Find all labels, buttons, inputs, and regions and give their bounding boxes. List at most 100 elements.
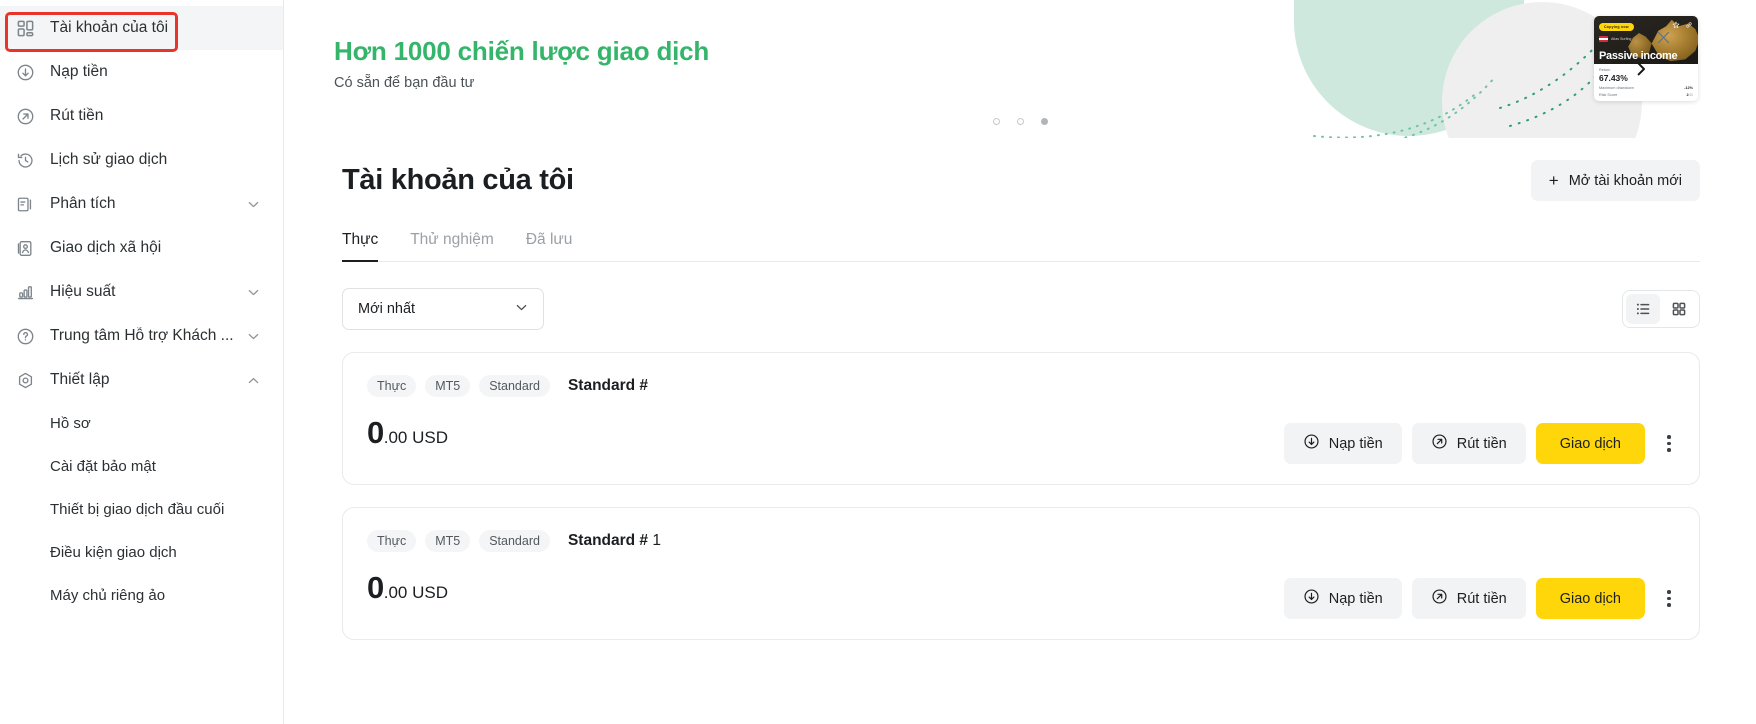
- banner-subtitle: Có sẵn để bạn đầu tư: [334, 75, 475, 91]
- kebab-menu-icon[interactable]: [1657, 582, 1681, 616]
- sidebar-subitem-label: Điều kiện giao dịch: [50, 544, 177, 561]
- deposit-button-label: Nạp tiền: [1328, 590, 1383, 607]
- sidebar-subitem-label: Máy chủ riêng ảo: [50, 587, 166, 604]
- tab-real[interactable]: Thực: [342, 231, 394, 262]
- account-name-suffix: 1: [648, 532, 661, 549]
- arrow-up-right-circle-icon: [1431, 588, 1448, 609]
- page-header: Tài khoản của tôi + Mở tài khoản mới: [342, 160, 1700, 201]
- arrow-down-circle-icon: [14, 61, 36, 83]
- sidebar-subitem-security-settings[interactable]: Cài đặt bảo mật: [0, 445, 283, 488]
- flag-icon: [1599, 36, 1608, 42]
- open-new-account-label: Mở tài khoản mới: [1568, 172, 1682, 189]
- trade-button[interactable]: Giao dịch: [1535, 578, 1645, 619]
- sidebar-item-label: Trung tâm Hỗ trợ Khách ...: [50, 327, 234, 344]
- account-card[interactable]: Thực MT5 Standard Standard # 1 0.00 USD: [342, 507, 1700, 640]
- sidebar-item-label: Hiệu suất: [50, 283, 116, 300]
- account-chip-plan: Standard: [479, 530, 550, 552]
- sidebar-item-performance[interactable]: Hiệu suất: [0, 270, 283, 314]
- banner-text-block: Hơn 1000 chiến lược giao dịch Có sẵn để …: [334, 36, 709, 91]
- withdraw-button[interactable]: Rút tiền: [1411, 578, 1526, 619]
- grid-icon: [14, 17, 36, 39]
- sidebar-subitem-profile[interactable]: Hồ sơ: [0, 402, 283, 445]
- drawdown-label: Maximum drawdown: [1599, 86, 1634, 90]
- sidebar-subitem-trading-terminals[interactable]: Thiết bị giao dịch đầu cuối: [0, 488, 283, 531]
- chevron-right-icon[interactable]: [1629, 57, 1653, 81]
- history-icon: [14, 149, 36, 171]
- list-toolbar: Mới nhất: [342, 288, 1700, 330]
- arrow-up-right-circle-icon: [1431, 433, 1448, 454]
- account-actions: Nạp tiền Rút tiền Giao dịch: [1283, 423, 1681, 464]
- link-icon[interactable]: [1685, 21, 1693, 29]
- tab-label: Thực: [342, 231, 379, 248]
- tab-label: Thử nghiệm: [410, 231, 494, 248]
- chevron-down-icon[interactable]: [246, 197, 261, 212]
- withdraw-button[interactable]: Rút tiền: [1411, 423, 1526, 464]
- trade-button[interactable]: Giao dịch: [1535, 423, 1645, 464]
- sidebar-item-transaction-history[interactable]: Lịch sử giao dịch: [0, 138, 283, 182]
- carousel-dot-2[interactable]: [1016, 118, 1024, 125]
- sidebar-item-my-accounts[interactable]: Tài khoản của tôi: [0, 6, 283, 50]
- main-content: Copying now Atlas Surfing Passive income: [284, 0, 1756, 724]
- sidebar-item-deposit[interactable]: Nạp tiền: [0, 50, 283, 94]
- account-card-header: Thực MT5 Standard Standard #: [367, 375, 1675, 397]
- carousel-dots: [284, 118, 1756, 125]
- grid-view-icon[interactable]: [1662, 294, 1696, 324]
- account-balance-minor: .00 USD: [383, 583, 448, 602]
- sidebar-subitem-vps[interactable]: Máy chủ riêng ảo: [0, 574, 283, 617]
- app-root: Tài khoản của tôi Nạp tiền Rút tiền Lịch…: [0, 0, 1756, 724]
- kebab-menu-icon[interactable]: [1657, 427, 1681, 461]
- close-icon[interactable]: [1652, 26, 1674, 48]
- sort-select-value: Mới nhất: [358, 301, 416, 317]
- deposit-button[interactable]: Nạp tiền: [1283, 423, 1402, 464]
- page-body: Tài khoản của tôi + Mở tài khoản mới Thự…: [284, 160, 1756, 640]
- risk-score-value: 2/10: [1686, 93, 1693, 97]
- drawdown-row: Maximum drawdown -12%: [1599, 86, 1693, 90]
- sidebar-item-label: Thiết lập: [50, 371, 110, 388]
- sidebar-item-label: Giao dịch xã hội: [50, 239, 162, 256]
- account-name: Standard # 1: [568, 532, 661, 550]
- account-name: Standard #: [568, 377, 648, 395]
- risk-score-label: Risk Score: [1599, 93, 1618, 97]
- sidebar-item-label: Nạp tiền: [50, 63, 108, 80]
- social-trading-icon: [14, 237, 36, 259]
- account-name-text: Standard #: [567, 377, 649, 394]
- tab-saved[interactable]: Đã lưu: [510, 231, 589, 261]
- promo-banner: Copying now Atlas Surfing Passive income: [284, 0, 1756, 138]
- sidebar-subitem-label: Cài đặt bảo mật: [50, 458, 156, 475]
- chevron-down-icon[interactable]: [246, 285, 261, 300]
- account-actions: Nạp tiền Rút tiền Giao dịch: [1283, 578, 1681, 619]
- chevron-up-icon[interactable]: [246, 373, 261, 388]
- banner-title: Hơn 1000 chiến lược giao dịch: [334, 36, 710, 66]
- account-card-header: Thực MT5 Standard Standard # 1: [367, 530, 1675, 552]
- account-type-tabs: Thực Thử nghiệm Đã lưu: [342, 231, 1700, 262]
- sort-select[interactable]: Mới nhất: [342, 288, 544, 330]
- account-chip-plan: Standard: [479, 375, 550, 397]
- account-card[interactable]: Thực MT5 Standard Standard # 0.00 USD Nạ…: [342, 352, 1700, 485]
- sidebar-item-label: Rút tiền: [50, 107, 104, 124]
- open-new-account-button[interactable]: + Mở tài khoản mới: [1530, 160, 1700, 201]
- account-chip-type: Thực: [367, 530, 417, 552]
- gear-icon: [14, 369, 36, 391]
- tab-demo[interactable]: Thử nghiệm: [394, 231, 510, 261]
- chevron-down-icon[interactable]: [246, 329, 261, 344]
- deposit-button[interactable]: Nạp tiền: [1283, 578, 1402, 619]
- account-chip-type: Thực: [367, 375, 417, 397]
- arrow-up-right-circle-icon: [14, 105, 36, 127]
- list-view-icon[interactable]: [1626, 294, 1660, 324]
- sidebar-item-label: Phân tích: [50, 195, 116, 212]
- sidebar-item-customer-support[interactable]: Trung tâm Hỗ trợ Khách ...: [0, 314, 283, 358]
- sidebar-subitem-label: Thiết bị giao dịch đầu cuối: [50, 501, 225, 518]
- sidebar-item-settings[interactable]: Thiết lập: [0, 358, 283, 402]
- tab-label: Đã lưu: [525, 231, 573, 248]
- sidebar-item-analytics[interactable]: Phân tích: [0, 182, 283, 226]
- sidebar-subitem-trading-conditions[interactable]: Điều kiện giao dịch: [0, 531, 283, 574]
- strategy-flag: Atlas Surfing: [1599, 36, 1631, 42]
- sidebar: Tài khoản của tôi Nạp tiền Rút tiền Lịch…: [0, 0, 284, 724]
- bar-chart-icon: [14, 281, 36, 303]
- carousel-dot-1[interactable]: [992, 118, 1000, 125]
- sidebar-item-social-trading[interactable]: Giao dịch xã hội: [0, 226, 283, 270]
- sidebar-subitem-label: Hồ sơ: [50, 415, 91, 432]
- copying-now-badge: Copying now: [1599, 23, 1634, 31]
- carousel-dot-3[interactable]: [1040, 118, 1048, 125]
- sidebar-item-withdraw[interactable]: Rút tiền: [0, 94, 283, 138]
